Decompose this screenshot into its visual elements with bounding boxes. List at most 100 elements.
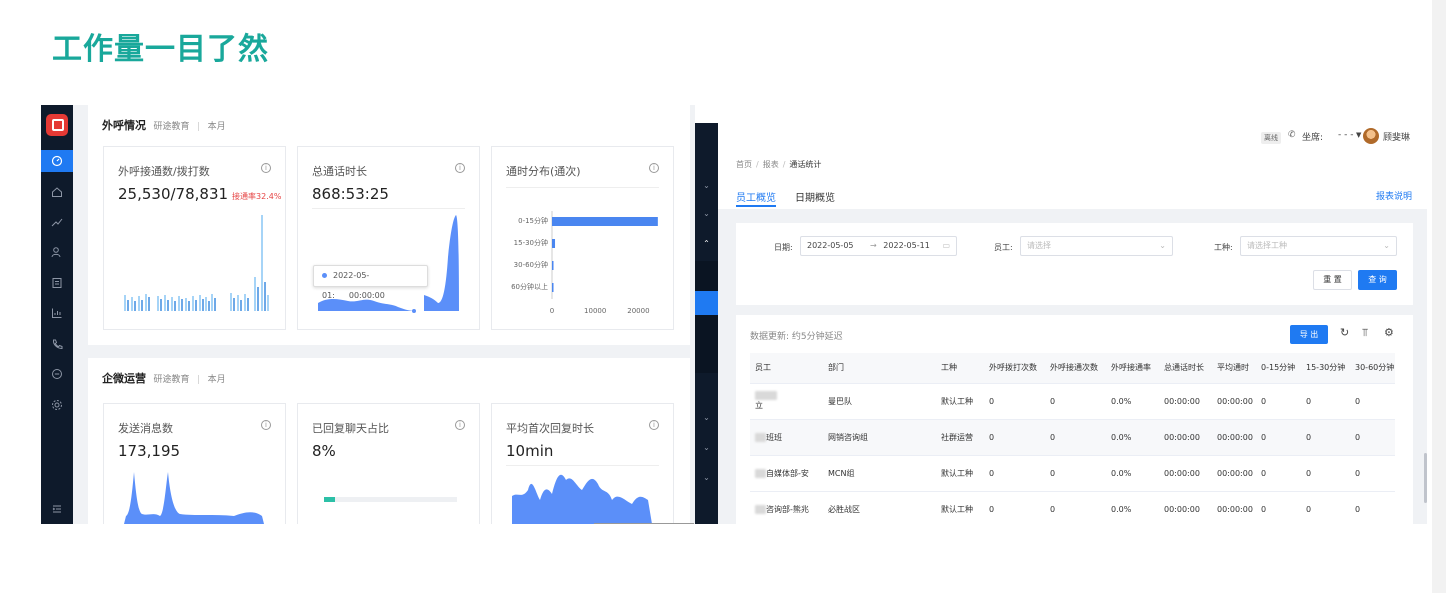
date-label: 日期: bbox=[774, 243, 793, 252]
col-header[interactable]: 0-15分钟 bbox=[1256, 353, 1301, 384]
status-badge[interactable]: 离线 bbox=[1261, 132, 1281, 144]
cell-type: 默认工种 bbox=[936, 455, 984, 492]
report-icon[interactable] bbox=[41, 272, 73, 294]
type-label: 工种: bbox=[1214, 243, 1233, 252]
refresh-icon[interactable]: ↻ bbox=[1340, 326, 1349, 339]
redacted-name: XX bbox=[755, 468, 766, 478]
cell-dial: 0 bbox=[984, 383, 1045, 420]
dashboard-icon[interactable] bbox=[41, 150, 73, 172]
table-row[interactable]: XX班班 网销咨询组 社群运营 0 0 0.0% 00:00:00 00:00:… bbox=[750, 419, 1395, 456]
cell-b2: 0 bbox=[1301, 419, 1350, 456]
call-stats-screenshot: 离线 ✆ 坐席: - - - ▼ 顾斐琳 首页 / 报表 / 通话统计 员工概览 日期概… bbox=[718, 123, 1427, 524]
column-height-icon[interactable]: ⫪ bbox=[1362, 326, 1368, 340]
caret-down-icon[interactable]: ▼ bbox=[1356, 131, 1361, 139]
col-header[interactable]: 员工 bbox=[750, 353, 823, 384]
cell-avg: 00:00:00 bbox=[1212, 419, 1256, 456]
chevron-down-icon[interactable]: ⌄ bbox=[695, 473, 718, 482]
job-type-select[interactable]: 请选择工种 ⌄ bbox=[1240, 236, 1397, 256]
tab-date-overview[interactable]: 日期概览 bbox=[795, 189, 835, 204]
first-reply-time-card: 平均首次回复时长 i 10min bbox=[491, 403, 674, 524]
avatar[interactable] bbox=[1363, 128, 1379, 144]
panel-org[interactable]: 研途教育 bbox=[154, 122, 190, 132]
distribution-bar-chart: 0-15分钟 15-30分钟 30-60分钟 60分钟以上 0 10000 20000 bbox=[511, 211, 658, 315]
cell-conn: 0 bbox=[1045, 455, 1106, 492]
cell-staff: XX咨询部-熊兆 bbox=[750, 491, 823, 524]
cell-b2: 0 bbox=[1301, 491, 1350, 524]
phone-icon[interactable] bbox=[41, 333, 73, 355]
category-label: 0-15分钟 bbox=[518, 216, 548, 225]
col-header[interactable]: 15-30分钟 bbox=[1301, 353, 1350, 384]
breadcrumb-home[interactable]: 首页 bbox=[736, 160, 752, 169]
calendar-icon[interactable]: ▭ bbox=[942, 237, 950, 255]
nav-block bbox=[695, 261, 718, 291]
panel-header: 外呼情况 研途教育 | 本月 bbox=[102, 117, 226, 133]
chart-icon[interactable] bbox=[41, 302, 73, 324]
col-header[interactable]: 工种 bbox=[936, 353, 984, 384]
settings-icon[interactable] bbox=[41, 394, 73, 416]
tab-staff-overview[interactable]: 员工概览 bbox=[736, 189, 776, 204]
card-title: 已回复聊天占比 bbox=[312, 422, 389, 435]
category-label: 30-60分钟 bbox=[514, 260, 548, 269]
col-header[interactable]: 30-60分钟 bbox=[1350, 353, 1395, 384]
card-value: 8% bbox=[312, 442, 336, 460]
slide-title: 工作量一目了然 bbox=[52, 32, 269, 67]
panel-range[interactable]: 本月 bbox=[208, 122, 226, 132]
chevron-down-icon[interactable]: ⌄ bbox=[695, 443, 718, 452]
table-row[interactable]: XX咨询部-熊兆 必胜战区 默认工种 0 0 0.0% 00:00:00 00:… bbox=[750, 491, 1395, 524]
report-help-link[interactable]: 报表说明 bbox=[1376, 189, 1412, 202]
chevron-up-icon[interactable]: ⌃ bbox=[695, 239, 718, 248]
nav-active-item[interactable] bbox=[695, 291, 718, 315]
call-stats-table: 员工 部门 工种 外呼拨打次数 外呼接通次数 外呼接通率 总通话时长 平均通时 … bbox=[750, 353, 1395, 524]
panel-separator: | bbox=[197, 375, 201, 385]
panel-org[interactable]: 研途教育 bbox=[154, 375, 190, 385]
cell-dial: 0 bbox=[984, 455, 1045, 492]
chevron-down-icon[interactable]: ⌄ bbox=[695, 181, 718, 190]
scrollbar[interactable] bbox=[1424, 453, 1427, 503]
calls-bars bbox=[124, 215, 269, 311]
cell-b1: 0 bbox=[1256, 383, 1301, 420]
panel-range[interactable]: 本月 bbox=[208, 375, 226, 385]
redacted-name: XX bbox=[755, 432, 766, 442]
chart-tooltip: 2022-05-01: 00:00:00 bbox=[313, 265, 428, 300]
col-header[interactable]: 外呼拨打次数 bbox=[984, 353, 1045, 384]
cell-b3: 0 bbox=[1350, 455, 1395, 492]
users-icon[interactable] bbox=[41, 241, 73, 263]
cell-b3: 0 bbox=[1350, 419, 1395, 456]
chat-icon[interactable] bbox=[41, 363, 73, 385]
x-tick-label: 10000 bbox=[584, 307, 606, 315]
col-header[interactable]: 部门 bbox=[823, 353, 936, 384]
collapse-icon[interactable] bbox=[41, 498, 73, 520]
staff-select[interactable]: 请选择 ⌄ bbox=[1020, 236, 1173, 256]
reset-button[interactable]: 重 置 bbox=[1313, 270, 1352, 290]
distribution-bar bbox=[552, 239, 556, 248]
chevron-down-icon: ⌄ bbox=[1159, 241, 1166, 250]
home-icon[interactable] bbox=[41, 181, 73, 203]
breadcrumb-reports[interactable]: 报表 bbox=[763, 160, 779, 169]
col-header[interactable]: 总通话时长 bbox=[1159, 353, 1212, 384]
top-bar: 离线 ✆ 坐席: - - - ▼ 顾斐琳 bbox=[718, 123, 1427, 151]
chevron-down-icon[interactable]: ⌄ bbox=[695, 209, 718, 218]
dashboard-screenshot: 外呼情况 研途教育 | 本月 外呼接通数/拨打数 i 25,530/78,831… bbox=[41, 105, 695, 524]
category-label: 60分钟以上 bbox=[511, 282, 548, 291]
query-button[interactable]: 查 询 bbox=[1358, 270, 1397, 290]
messages-sent-card: 发送消息数 i 173,195 bbox=[103, 403, 286, 524]
table-row[interactable]: XXXX立 曼巴队 默认工种 0 0 0.0% 00:00:00 00:00:0… bbox=[750, 383, 1395, 420]
settings-icon[interactable]: ⚙ bbox=[1384, 326, 1394, 339]
breadcrumb: 首页 / 报表 / 通话统计 bbox=[736, 160, 822, 169]
wecom-ops-panel: 企微运营 研途教育 | 本月 发送消息数 i 173,195 已回复聊天占比 i… bbox=[88, 358, 690, 524]
export-button[interactable]: 导 出 bbox=[1290, 325, 1328, 344]
trend-icon[interactable] bbox=[41, 211, 73, 233]
chevron-down-icon[interactable]: ⌄ bbox=[695, 413, 718, 422]
distribution-bar bbox=[552, 261, 554, 270]
slide-edge bbox=[1432, 0, 1446, 593]
seat-value[interactable]: - - - bbox=[1338, 130, 1353, 140]
user-name[interactable]: 顾斐琳 bbox=[1383, 130, 1410, 143]
total-duration-card: 总通话时长 i 868:53:25 2022-05-01: 00:00:00 bbox=[297, 146, 480, 330]
info-icon[interactable]: i bbox=[455, 420, 465, 430]
date-range-picker[interactable]: 2022-05-05 → 2022-05-11 ▭ bbox=[800, 236, 957, 256]
col-header[interactable]: 外呼接通率 bbox=[1106, 353, 1159, 384]
col-header[interactable]: 平均通时 bbox=[1212, 353, 1256, 384]
col-header[interactable]: 外呼接通次数 bbox=[1045, 353, 1106, 384]
chevron-down-icon: ⌄ bbox=[1383, 241, 1390, 250]
table-row[interactable]: XX自媒体部-安 MCN组 默认工种 0 0 0.0% 00:00:00 00:… bbox=[750, 455, 1395, 492]
